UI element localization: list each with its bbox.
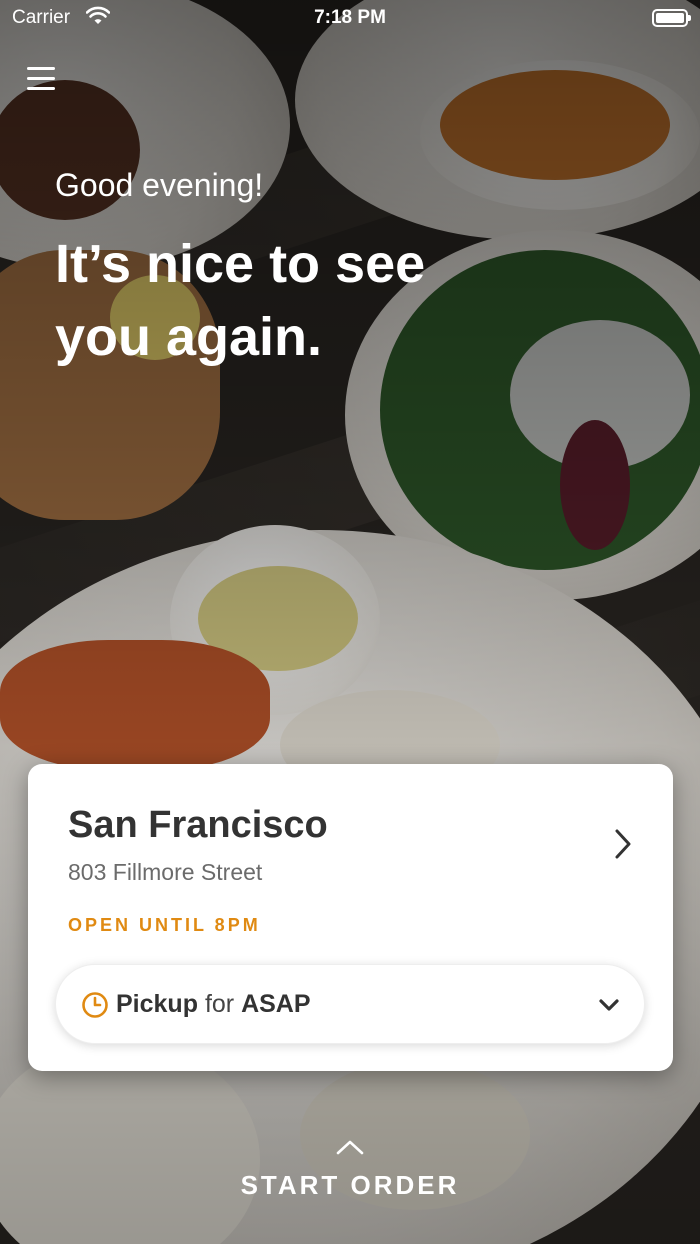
chevron-right-icon[interactable] bbox=[609, 826, 637, 862]
start-order-button[interactable]: START ORDER bbox=[0, 1170, 700, 1201]
order-mode-connector: for bbox=[204, 990, 235, 1018]
order-mode-selector[interactable]: Pickup for ASAP bbox=[55, 964, 645, 1044]
chevron-down-icon bbox=[599, 999, 619, 1011]
headline-text: It’s nice to see you again. bbox=[55, 234, 426, 367]
location-address: 803 Fillmore Street bbox=[68, 859, 263, 885]
order-mode-type: Pickup bbox=[116, 990, 198, 1018]
order-mode-time: ASAP bbox=[241, 990, 311, 1018]
menu-icon[interactable] bbox=[27, 67, 55, 91]
location-name: San Francisco bbox=[68, 804, 328, 846]
clock-icon bbox=[82, 992, 108, 1018]
hours-status-label: OPEN UNTIL 8PM bbox=[68, 915, 261, 935]
order-mode-text: Pickup for ASAP bbox=[116, 990, 311, 1019]
battery-icon bbox=[652, 9, 691, 27]
status-bar: Carrier 7:18 PM bbox=[0, 0, 700, 36]
location-card[interactable]: San Francisco 803 Fillmore Street OPEN U… bbox=[28, 764, 673, 1071]
greeting-text: Good evening! bbox=[55, 167, 264, 203]
chevron-up-icon[interactable] bbox=[335, 1138, 365, 1156]
status-time: 7:18 PM bbox=[314, 7, 386, 28]
